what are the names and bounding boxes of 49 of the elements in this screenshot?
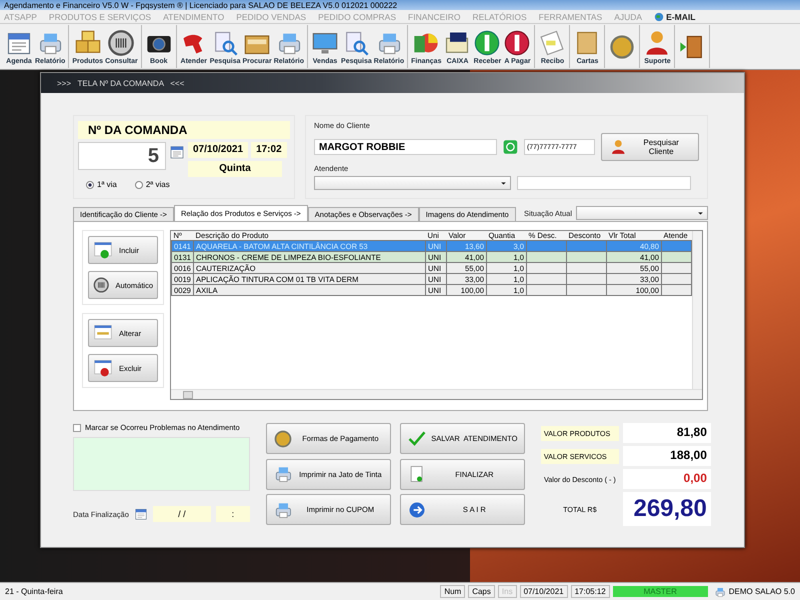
weekday-field: Quinta — [188, 161, 282, 177]
status-text: 21 - Quinta-feira — [4, 586, 64, 597]
search-client-button[interactable]: Pesquisar Cliente — [600, 133, 699, 161]
barcode-circle-icon — [93, 275, 110, 295]
attendant-dropdown[interactable] — [314, 176, 511, 190]
time-field: 17:02 — [251, 142, 287, 158]
vertical-scrollbar[interactable] — [692, 231, 702, 389]
comanda-number-field[interactable]: 5 — [78, 142, 166, 170]
dollar-coin-icon — [473, 28, 502, 56]
dialog-title: >>> TELA Nº DA COMANDA <<< — [57, 78, 184, 88]
printer-icon — [714, 586, 726, 598]
grand-total-field: 269,80 — [622, 492, 711, 526]
caret-icon — [697, 210, 704, 216]
caret-icon — [500, 180, 507, 186]
add-icon — [93, 240, 113, 260]
status-panel: 07/10/2021 — [520, 585, 568, 598]
amount-field: 81,80 — [622, 423, 711, 443]
status-panel: Num — [440, 585, 466, 598]
amount-field: 188,00 — [622, 446, 711, 466]
discount-field: 0,00 — [622, 469, 711, 489]
finish-time-field[interactable]: : — [216, 506, 250, 522]
horizontal-scrollbar[interactable] — [171, 389, 702, 399]
globe-icon — [654, 12, 664, 22]
calendar-icon — [134, 507, 148, 521]
status-panel: Caps — [468, 585, 495, 598]
coin-icon — [608, 32, 636, 60]
client-name-field[interactable]: MARGOT ROBBIE — [314, 139, 498, 155]
text-field[interactable] — [517, 176, 691, 190]
checkmark-icon — [406, 428, 427, 448]
notes-field[interactable] — [73, 437, 250, 491]
coin-icon — [272, 428, 293, 448]
status-panel: 17:05:12 — [570, 585, 610, 598]
delete-icon — [93, 358, 113, 378]
date-field: 07/10/2021 — [188, 142, 248, 158]
product-label: DEMO SALAO 5.0 — [710, 584, 798, 598]
finish-date-field[interactable]: / / — [152, 506, 211, 522]
barcode-circle-icon — [107, 28, 136, 56]
window-title: Agendamento e Financeiro V5.0 W - Fpqsystem ® | Licenciado para SALAO DE BELEZA V5.0 012021 000222 — [4, 0, 398, 10]
copy-radio[interactable]: 2ª vias — [134, 180, 170, 189]
user-panel: MASTER — [612, 586, 708, 597]
arrow-circle-icon — [406, 500, 427, 520]
status-dropdown[interactable] — [576, 206, 708, 220]
dollar-coin-icon — [503, 28, 532, 56]
comanda-heading: Nº DA COMANDA — [78, 121, 290, 139]
person-icon — [610, 138, 626, 156]
menu-item[interactable]: E-MAIL — [654, 12, 696, 22]
calendar-icon — [169, 144, 185, 160]
phone-icon — [503, 139, 518, 155]
copy-radio[interactable]: 1ª via — [86, 180, 117, 189]
